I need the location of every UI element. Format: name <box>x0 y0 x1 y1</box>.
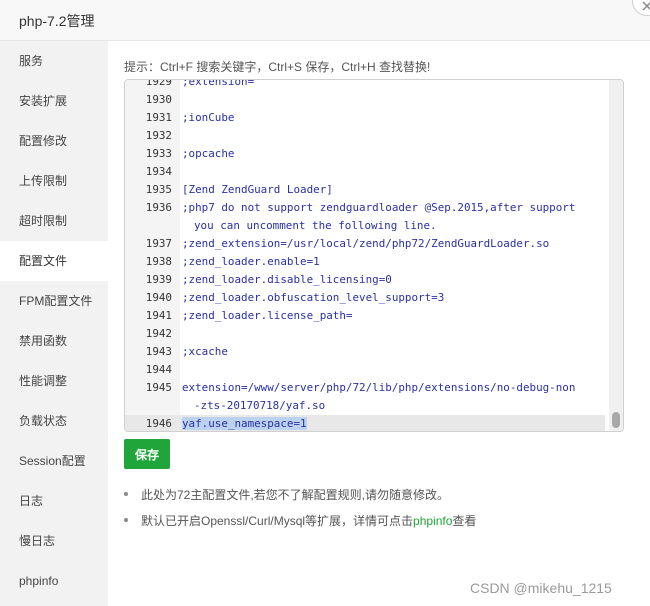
line-number: 1945 <box>145 381 172 394</box>
code-line[interactable]: 1946 yaf.use_namespace=1 <box>125 415 605 431</box>
line-code[interactable]: ;ionCube <box>180 109 234 127</box>
editor-hint: 提示：Ctrl+F 搜索关键字，Ctrl+S 保存，Ctrl+H 查找替换! <box>124 60 431 74</box>
code-line[interactable]: 1940 ;zend_loader.obfuscation_level_suppo… <box>125 289 605 307</box>
line-number: 1946 <box>145 417 172 430</box>
code-line[interactable]: you can uncomment the following line. <box>125 217 605 235</box>
main-content: 提示：Ctrl+F 搜索关键字，Ctrl+S 保存，Ctrl+H 查找替换! 1… <box>108 41 650 606</box>
sidebar-item[interactable]: 性能调整 <box>0 361 108 401</box>
code-line[interactable]: 1941 ;zend_loader.license_path= <box>125 307 605 325</box>
code-line[interactable]: -zts-20170718/yaf.so <box>125 397 605 415</box>
note-text: 此处为72主配置文件,若您不了解配置规则,请勿随意修改。 <box>141 488 450 502</box>
line-code[interactable]: ;zend_extension=/usr/local/zend/php72/Ze… <box>180 235 549 253</box>
line-code[interactable]: you can uncomment the following line. <box>180 217 437 235</box>
line-number: 1944 <box>145 363 172 376</box>
line-number: 1933 <box>145 147 172 160</box>
line-number: 1934 <box>145 165 172 178</box>
note-item: 默认已开启Openssl/Curl/Mysql等扩展，详情可点击phpinfo查… <box>124 513 624 529</box>
code-line[interactable]: 1936 ;php7 do not support zendguardloader… <box>125 199 605 217</box>
watermark: CSDN @mikehu_1215 <box>470 580 612 596</box>
editor-scrollbar[interactable] <box>609 80 623 431</box>
sidebar-item[interactable]: 配置修改 <box>0 121 108 161</box>
line-code[interactable]: extension=/www/server/php/72/lib/php/ext… <box>180 379 575 397</box>
line-code[interactable]: ;zend_loader.enable=1 <box>180 253 320 271</box>
code-lines[interactable]: 1929 ;extension= 1930 1931 ;ionCube 1932 1933;… <box>125 79 605 431</box>
code-line[interactable]: 1935 [Zend ZendGuard Loader] <box>125 181 605 199</box>
code-line[interactable]: 1929 ;extension= <box>125 79 605 91</box>
sidebar-item[interactable]: 禁用函数 <box>0 321 108 361</box>
line-number: 1938 <box>145 255 172 268</box>
sidebar-item[interactable]: FPM配置文件 <box>0 281 108 321</box>
line-code[interactable]: ;extension= <box>180 80 254 91</box>
line-code[interactable]: yaf.use_namespace=1 <box>180 415 307 431</box>
sidebar-item[interactable]: 日志 <box>0 481 108 521</box>
code-line[interactable]: 1939 ;zend_loader.disable_licensing=0 <box>125 271 605 289</box>
code-line[interactable]: 1944 <box>125 361 605 379</box>
note-item: 此处为72主配置文件,若您不了解配置规则,请勿随意修改。 <box>124 487 624 503</box>
line-code[interactable] <box>180 163 182 181</box>
line-code[interactable]: [Zend ZendGuard Loader] <box>180 181 333 199</box>
code-line[interactable]: 1942 <box>125 325 605 343</box>
phpinfo-link[interactable]: phpinfo <box>413 514 452 528</box>
code-line[interactable]: 1943 ;xcache <box>125 343 605 361</box>
line-number <box>125 217 180 235</box>
line-code[interactable] <box>180 91 182 109</box>
selected-text[interactable]: yaf.use_namespace=1 <box>182 417 307 430</box>
code-line[interactable]: 1933 ;opcache <box>125 145 605 163</box>
sidebar-item[interactable]: 安装扩展 <box>0 81 108 121</box>
line-number: 1936 <box>145 201 172 214</box>
code-line[interactable]: 1931 ;ionCube <box>125 109 605 127</box>
window-title: php-7.2管理 <box>19 13 95 29</box>
line-number <box>125 397 180 415</box>
code-line[interactable]: 1934 <box>125 163 605 181</box>
bullet-icon <box>124 492 128 496</box>
note-text-suffix: 查看 <box>452 514 477 528</box>
code-line[interactable]: 1938 ;zend_loader.enable=1 <box>125 253 605 271</box>
bullet-icon <box>124 518 128 522</box>
line-code[interactable] <box>180 325 182 343</box>
notes-list: 此处为72主配置文件,若您不了解配置规则,请勿随意修改。 默认已开启Openss… <box>124 487 624 539</box>
line-code[interactable]: ;php7 do not support zendguardloader @Se… <box>180 199 575 217</box>
line-code[interactable]: ;zend_loader.disable_licensing=0 <box>180 271 392 289</box>
line-number: 1930 <box>145 93 172 106</box>
sidebar-item[interactable]: 负载状态 <box>0 401 108 441</box>
line-code[interactable] <box>180 361 182 379</box>
line-number: 1937 <box>145 237 172 250</box>
line-number: 1939 <box>145 273 172 286</box>
line-code[interactable]: ;zend_loader.obfuscation_level_support=3 <box>180 289 444 307</box>
code-line[interactable]: 1937 ;zend_extension=/usr/local/zend/php7… <box>125 235 605 253</box>
line-number: 1943 <box>145 345 172 358</box>
line-number: 1940 <box>145 291 172 304</box>
line-code[interactable] <box>180 127 182 145</box>
line-number: 1931 <box>145 111 172 124</box>
line-code[interactable]: ;opcache <box>180 145 234 163</box>
line-number: 1932 <box>145 129 172 142</box>
note-text: 默认已开启Openssl/Curl/Mysql等扩展，详情可点击 <box>141 514 414 528</box>
code-editor[interactable]: 1929 ;extension= 1930 1931 ;ionCube 1932 1933;… <box>124 79 624 432</box>
line-number: 1935 <box>145 183 172 196</box>
sidebar-item[interactable]: 超时限制 <box>0 201 108 241</box>
line-number: 1942 <box>145 327 172 340</box>
sidebar-item[interactable]: 服务 <box>0 41 108 81</box>
code-line[interactable]: 1945 extension=/www/server/php/72/lib/php… <box>125 379 605 397</box>
sidebar-item[interactable]: 上传限制 <box>0 161 108 201</box>
line-code[interactable]: ;zend_loader.license_path= <box>180 307 352 325</box>
sidebar-item[interactable]: phpinfo <box>0 561 108 601</box>
code-line[interactable]: 1932 <box>125 127 605 145</box>
code-line[interactable]: 1930 <box>125 91 605 109</box>
save-button[interactable]: 保存 <box>124 439 170 469</box>
line-code[interactable]: ;xcache <box>180 343 228 361</box>
sidebar: 服务 安装扩展 配置修改 上传限制 超时限制 配置文件 FPM配置文件 禁用函数 性能调整 负载状… <box>0 41 108 606</box>
scrollbar-thumb[interactable] <box>612 412 620 428</box>
line-code[interactable]: -zts-20170718/yaf.so <box>180 397 325 415</box>
sidebar-item[interactable]: 配置文件 <box>0 241 108 281</box>
title-bar: php-7.2管理 <box>0 0 650 41</box>
close-icon <box>642 1 650 11</box>
line-number: 1941 <box>145 309 172 322</box>
sidebar-item[interactable]: Session配置 <box>0 441 108 481</box>
sidebar-item[interactable]: 慢日志 <box>0 521 108 561</box>
line-number: 1929 <box>145 79 172 88</box>
